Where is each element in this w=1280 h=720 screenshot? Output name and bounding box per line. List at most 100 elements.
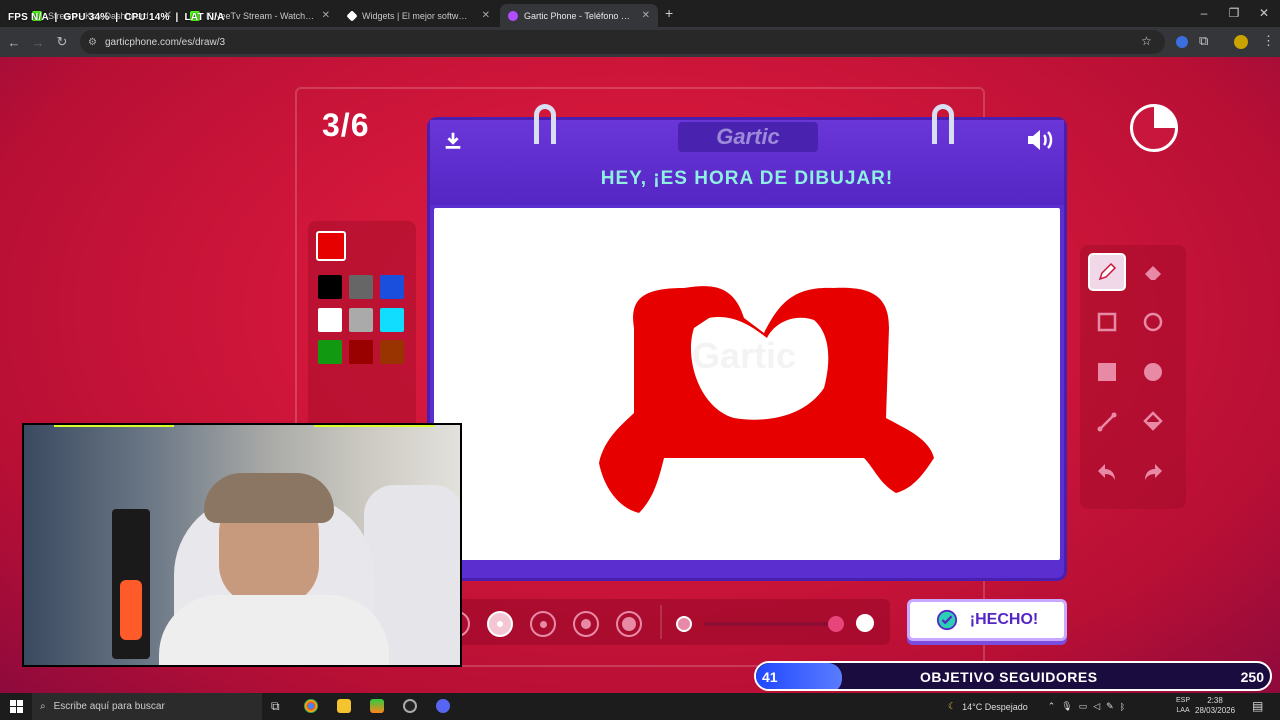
discord-icon[interactable] — [436, 699, 450, 713]
bluetooth-icon[interactable]: ᛒ — [1120, 702, 1125, 712]
eraser-tool[interactable] — [1134, 253, 1172, 291]
close-tab-icon[interactable]: ✕ — [322, 10, 330, 21]
extension-icon[interactable] — [1176, 36, 1188, 48]
line-icon — [1097, 412, 1117, 432]
fill-bucket-tool[interactable] — [1134, 403, 1172, 441]
fps-value: N/A — [31, 12, 49, 23]
goal-label: OBJETIVO SEGUIDORES — [920, 669, 1098, 685]
book-header: Gartic HEY, ¡ES HORA DE DIBUJAR! — [430, 120, 1064, 205]
gartic-logo: Gartic — [678, 122, 818, 152]
windows-start-icon[interactable] — [10, 700, 23, 713]
forward-icon[interactable]: → — [26, 35, 50, 50]
browser-tab-bar: Stream - Kick Dashboard ✕ ElNeeTv Stream… — [0, 0, 1280, 27]
file-explorer-icon[interactable] — [337, 699, 351, 713]
streamer-shirt — [159, 595, 389, 665]
tray-chevron-icon[interactable]: ⌃ — [1048, 701, 1056, 712]
network-icon[interactable]: ▭ — [1079, 701, 1088, 712]
back-icon[interactable]: ← — [2, 35, 26, 50]
gpu-value: 34% — [88, 12, 110, 23]
lat-value: N/A — [206, 12, 225, 23]
download-icon[interactable] — [442, 130, 464, 152]
fps-label: FPS — [8, 12, 29, 23]
task-view-icon[interactable]: ⧉ — [271, 699, 280, 714]
mic-icon[interactable]: 🎙 — [1061, 701, 1072, 712]
circle-filled-tool[interactable] — [1134, 353, 1172, 391]
brush-size-3[interactable] — [530, 611, 556, 637]
pencil-icon — [1098, 262, 1117, 281]
input-language[interactable]: ESP LAA — [1176, 696, 1190, 716]
brush-size-2[interactable] — [487, 611, 513, 637]
url-text[interactable]: garticphone.com/es/draw/3 — [105, 37, 225, 48]
circle-outline-icon — [1143, 312, 1163, 332]
reload-icon[interactable]: ↻ — [50, 34, 74, 50]
tab-widgets[interactable]: Widgets | El mejor software para ✕ — [340, 4, 498, 27]
chrome-icon[interactable] — [304, 699, 318, 713]
brush-size-5[interactable] — [616, 611, 642, 637]
volume-icon[interactable]: ◁ — [1093, 701, 1100, 712]
minimize-icon[interactable]: – — [1194, 6, 1214, 20]
obs-icon[interactable] — [403, 699, 417, 713]
taskbar-search[interactable]: ⌕ Escribe aquí para buscar — [32, 693, 262, 720]
streamer-hair — [204, 473, 334, 523]
color-swatch-cyan[interactable] — [380, 308, 404, 332]
color-swatch-light-gray[interactable] — [349, 308, 373, 332]
circle-outline-tool[interactable] — [1134, 303, 1172, 341]
menu-kebab-icon[interactable]: ⋮ — [1262, 33, 1275, 49]
windows-taskbar: ⌕ Escribe aquí para buscar ⧉ ☾ 14°C Desp… — [0, 693, 1280, 720]
book-ring — [534, 104, 556, 144]
tab-gartic-phone[interactable]: Gartic Phone - Teléfono Descon ✕ — [500, 4, 658, 27]
close-tab-icon[interactable]: ✕ — [482, 10, 490, 21]
color-swatch-black[interactable] — [318, 275, 342, 299]
round-counter: 3/6 — [322, 107, 370, 143]
brush-size-4[interactable] — [573, 611, 599, 637]
weather-moon-icon: ☾ — [948, 701, 957, 711]
color-swatch-brown[interactable] — [380, 340, 404, 364]
weather-text[interactable]: 14°C Despejado — [962, 702, 1028, 712]
taskbar-clock[interactable]: 2:38 28/03/2026 — [1195, 696, 1235, 716]
restore-icon[interactable]: ❐ — [1224, 6, 1244, 20]
redo-button[interactable] — [1134, 453, 1172, 491]
close-window-icon[interactable]: ✕ — [1254, 6, 1274, 20]
color-swatch-blue[interactable] — [380, 275, 404, 299]
opacity-slider-track[interactable] — [704, 622, 834, 626]
profile-avatar[interactable] — [1234, 35, 1248, 49]
pen-icon[interactable]: ✎ — [1106, 701, 1114, 712]
site-info-icon[interactable]: ⚙ — [88, 37, 97, 48]
gpu-label: GPU — [63, 12, 86, 23]
color-swatch-dark-red[interactable] — [349, 340, 373, 364]
selected-color-swatch[interactable] — [316, 231, 346, 261]
webcam-frame-accent — [124, 665, 184, 667]
extensions-puzzle-icon[interactable]: ⧉ — [1199, 33, 1208, 49]
address-bar[interactable]: ⚙ garticphone.com/es/draw/3 — [80, 30, 1165, 54]
done-button[interactable]: ¡HECHO! — [907, 599, 1067, 641]
close-tab-icon[interactable]: ✕ — [642, 10, 650, 21]
square-filled-tool[interactable] — [1088, 353, 1126, 391]
app-icon[interactable] — [370, 699, 384, 713]
tab-title: Widgets | El mejor software para — [362, 10, 472, 21]
undo-button[interactable] — [1088, 453, 1126, 491]
sound-icon[interactable] — [1026, 128, 1054, 152]
line-tool[interactable] — [1088, 403, 1126, 441]
gartic-phone-icon — [508, 10, 518, 21]
instruction-headline: HEY, ¡ES HORA DE DIBUJAR! — [600, 168, 894, 189]
notification-icon[interactable]: ▤ — [1252, 699, 1263, 713]
color-swatch-green[interactable] — [318, 340, 342, 364]
opacity-slider-thumb[interactable] — [828, 616, 844, 632]
clock-date: 28/03/2026 — [1195, 706, 1236, 715]
search-placeholder: Escribe aquí para buscar — [53, 701, 165, 712]
pencil-tool[interactable] — [1088, 253, 1126, 291]
new-tab-button[interactable]: + — [665, 5, 673, 21]
bookmark-star-icon[interactable]: ☆ — [1141, 34, 1152, 48]
color-swatch-gray[interactable] — [349, 275, 373, 299]
square-outline-icon — [1097, 312, 1117, 332]
done-label: ¡HECHO! — [969, 611, 1039, 628]
square-outline-tool[interactable] — [1088, 303, 1126, 341]
square-filled-icon — [1098, 363, 1116, 381]
color-swatch-white[interactable] — [318, 308, 342, 332]
performance-overlay: FPS N/A | GPU 34% | CPU 14% | LAT N/A — [8, 12, 225, 23]
drawing-canvas[interactable]: Gartic — [434, 208, 1060, 560]
tab-title: Gartic Phone - Teléfono Descon — [524, 10, 634, 21]
microphone-light — [120, 580, 142, 640]
circle-filled-icon — [1144, 363, 1162, 381]
canvas-watermark: Gartic — [692, 335, 796, 376]
